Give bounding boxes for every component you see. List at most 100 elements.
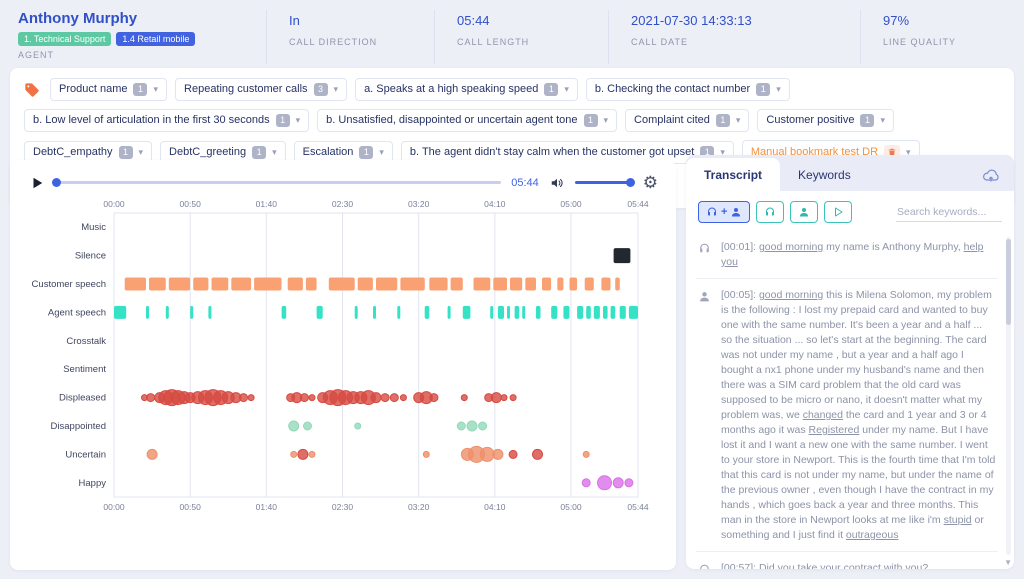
transcript-message: [00:57]: Did you take your contract with… [696, 552, 998, 569]
tag-label: a. Speaks at a high speaking speed [364, 84, 538, 95]
tag-count-badge: 3 [314, 83, 328, 96]
svg-text:03:20: 03:20 [408, 199, 430, 209]
seek-slider[interactable] [54, 181, 501, 184]
svg-text:Happy: Happy [79, 478, 107, 489]
svg-text:Displeased: Displeased [59, 393, 106, 404]
tag-chip[interactable]: Complaint cited1▾ [625, 109, 749, 132]
transcript-messages[interactable]: [00:01]: good morning my name is Anthony… [686, 231, 1014, 569]
duration-label: 05:44 [511, 177, 539, 189]
chevron-down-icon[interactable]: ▾ [153, 85, 158, 94]
search-keywords-input[interactable] [896, 203, 1002, 222]
headset-icon [706, 206, 718, 218]
tab-transcript[interactable]: Transcript [686, 158, 780, 191]
chevron-down-icon[interactable]: ▾ [604, 116, 609, 125]
svg-text:02:30: 02:30 [332, 199, 354, 209]
message-timestamp[interactable]: [00:05]: [721, 289, 756, 301]
tag-label: DebtC_empathy [33, 147, 113, 158]
tag-chip[interactable]: b. Unsatisfied, disappointed or uncertai… [317, 109, 617, 132]
svg-text:Sentiment: Sentiment [63, 364, 106, 375]
scroll-down-icon[interactable]: ▼ [1004, 558, 1012, 567]
line-quality-value: 97% [883, 13, 956, 28]
chevron-down-icon[interactable]: ▾ [776, 85, 781, 94]
tag-count-badge: 1 [716, 114, 730, 127]
svg-text:Silence: Silence [75, 251, 106, 262]
agent-badges: 1. Technical Support 1.4 Retail mobile [18, 32, 266, 46]
headset-icon [698, 563, 714, 569]
tag-chip[interactable]: b. Checking the contact number1▾ [586, 78, 790, 101]
queue-badge: 1.4 Retail mobile [116, 32, 195, 46]
tag-label: Product name [59, 84, 127, 95]
svg-text:04:10: 04:10 [484, 199, 506, 209]
tag-icon [24, 82, 40, 98]
chevron-down-icon[interactable]: ▾ [272, 148, 277, 157]
svg-text:05:44: 05:44 [627, 502, 649, 512]
tag-chip[interactable]: Customer positive 1 ▾ [757, 109, 894, 132]
message-timestamp[interactable]: [00:01]: [721, 241, 756, 253]
svg-text:00:00: 00:00 [103, 502, 125, 512]
headset-icon [764, 206, 776, 218]
call-timeline-chart[interactable]: 00:0000:0000:5000:5001:4001:4002:3002:30… [18, 197, 668, 529]
tag-label: Customer positive [766, 115, 854, 126]
scrollbar[interactable] [1006, 237, 1011, 555]
cloud-sync-icon[interactable] [982, 168, 1000, 183]
volume-thumb[interactable] [626, 178, 635, 187]
team-badge: 1. Technical Support [18, 32, 111, 46]
chevron-down-icon[interactable]: ▾ [736, 116, 741, 125]
play-all-button[interactable] [824, 201, 852, 223]
agent-role-label: AGENT [18, 50, 266, 60]
svg-text:05:00: 05:00 [560, 199, 582, 209]
tag-count-badge: 1 [359, 146, 373, 159]
line-quality-label: LINE QUALITY [883, 37, 956, 47]
settings-gear-icon[interactable]: ⚙ [643, 174, 658, 191]
tag-chip[interactable]: b. Low level of articulation in the firs… [24, 109, 309, 132]
svg-text:05:00: 05:00 [560, 502, 582, 512]
svg-text:00:50: 00:50 [180, 502, 202, 512]
play-button[interactable] [30, 175, 44, 191]
stat-call-length: 05:44 CALL LENGTH [434, 10, 608, 64]
svg-text:03:20: 03:20 [408, 502, 430, 512]
chevron-down-icon[interactable]: ▾ [334, 85, 339, 94]
volume-icon[interactable] [549, 176, 565, 190]
message-text: good morning this is Milena Solomon, my … [721, 289, 995, 541]
audio-player: 05:44 ⚙ [10, 160, 676, 193]
filter-both-speakers-button[interactable]: + [698, 201, 750, 223]
tag-count-badge: 1 [133, 83, 147, 96]
tag-count-badge: 1 [860, 114, 874, 127]
message-body: [00:57]: Did you take your contract with… [721, 561, 996, 569]
tag-count-badge: 1 [584, 114, 598, 127]
volume-slider[interactable] [575, 181, 633, 184]
svg-text:Disappointed: Disappointed [51, 421, 106, 432]
svg-text:05:44: 05:44 [627, 199, 649, 209]
call-length-value: 05:44 [457, 13, 608, 28]
filter-customer-button[interactable] [790, 201, 818, 223]
transcript-message: [00:01]: good morning my name is Anthony… [696, 231, 998, 279]
scrollbar-thumb[interactable] [1006, 239, 1011, 325]
tag-label: b. Unsatisfied, disappointed or uncertai… [326, 115, 577, 126]
tag-chip[interactable]: Repeating customer calls3▾ [175, 78, 347, 101]
plus-icon: + [721, 206, 727, 218]
filter-agent-button[interactable] [756, 201, 784, 223]
chevron-down-icon[interactable]: ▾ [139, 148, 144, 157]
svg-text:Customer speech: Customer speech [32, 279, 106, 290]
message-body: [00:01]: good morning my name is Anthony… [721, 240, 996, 270]
chevron-down-icon[interactable]: ▾ [880, 116, 885, 125]
tag-count-badge: 1 [756, 83, 770, 96]
call-date-label: CALL DATE [631, 37, 860, 47]
chevron-down-icon[interactable]: ▾ [379, 148, 384, 157]
svg-text:Music: Music [81, 222, 106, 233]
person-icon [798, 206, 810, 218]
headset-icon [698, 242, 714, 270]
tag-count-badge: 1 [252, 146, 266, 159]
transcript-message: [00:05]: good morning this is Milena Sol… [696, 279, 998, 552]
agent-name[interactable]: Anthony Murphy [18, 10, 266, 27]
chevron-down-icon[interactable]: ▾ [296, 116, 301, 125]
seek-thumb[interactable] [52, 178, 61, 187]
tag-chip[interactable]: Product name 1 ▾ [50, 78, 167, 101]
tab-keywords[interactable]: Keywords [780, 158, 869, 191]
tag-chip[interactable]: a. Speaks at a high speaking speed1▾ [355, 78, 578, 101]
svg-text:Uncertain: Uncertain [65, 449, 106, 460]
svg-text:Agent speech: Agent speech [48, 307, 106, 318]
message-timestamp[interactable]: [00:57]: [721, 562, 756, 569]
person-icon [698, 290, 714, 543]
chevron-down-icon[interactable]: ▾ [564, 85, 569, 94]
